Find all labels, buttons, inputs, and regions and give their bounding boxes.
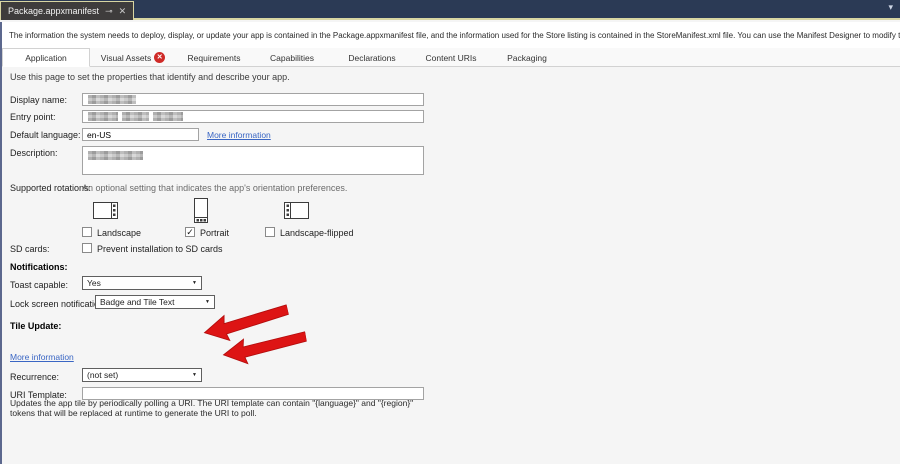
document-tab-label: Package.appxmanifest (8, 6, 99, 16)
toast-capable-label: Toast capable: (10, 280, 68, 290)
tab-requirements[interactable]: Requirements (176, 48, 252, 67)
tab-declarations-label: Declarations (348, 53, 395, 63)
error-badge-icon: ✕ (154, 52, 165, 63)
tile-update-header: Tile Update: (10, 321, 61, 331)
redacted-value (88, 95, 136, 104)
tab-capabilities-label: Capabilities (270, 53, 314, 63)
description-textarea[interactable] (82, 146, 424, 175)
tab-visual-assets[interactable]: Visual Assets ✕ (90, 48, 176, 67)
portrait-icon (194, 198, 208, 223)
tile-update-more-information-link[interactable]: More information (10, 352, 74, 362)
recurrence-select[interactable]: (not set) ▼ (82, 368, 202, 382)
recurrence-value: (not set) (83, 370, 188, 380)
notifications-header: Notifications: (10, 262, 68, 272)
default-language-label: Default language: (10, 130, 81, 140)
tab-packaging[interactable]: Packaging (490, 48, 564, 67)
landscape-flipped-checkbox-label: Landscape-flipped (280, 228, 354, 238)
close-icon[interactable]: ✕ (119, 6, 127, 17)
tab-list-chevron-icon[interactable]: ▾ (888, 2, 893, 13)
document-tab-bar: Package.appxmanifest ⊸ ✕ ▾ (0, 0, 900, 20)
tab-capabilities[interactable]: Capabilities (252, 48, 332, 67)
dropdown-arrow-icon: ▼ (201, 299, 214, 305)
tab-application-label: Application (25, 53, 67, 63)
redacted-value (88, 112, 118, 121)
recurrence-label: Recurrence: (10, 372, 59, 382)
uri-template-label: URI Template: (10, 390, 67, 400)
application-tab-panel: Use this page to set the properties that… (2, 67, 900, 464)
lock-screen-notifications-value: Badge and Tile Text (96, 297, 201, 307)
uri-template-input[interactable] (82, 387, 424, 400)
designer-tab-strip: Application Visual Assets ✕ Requirements… (2, 48, 900, 67)
manifest-description-text: The information the system needs to depl… (9, 31, 900, 40)
landscape-checkbox-label: Landscape (97, 228, 141, 238)
tab-content-uris-label: Content URIs (425, 53, 476, 63)
dropdown-arrow-icon: ▼ (188, 280, 201, 286)
default-language-input[interactable] (82, 128, 199, 141)
portrait-checkbox-label: Portrait (200, 228, 229, 238)
page-intro: Use this page to set the properties that… (10, 72, 290, 82)
landscape-checkbox[interactable] (82, 227, 92, 237)
dropdown-arrow-icon: ▼ (188, 372, 201, 378)
tab-application[interactable]: Application (2, 48, 90, 67)
toast-capable-select[interactable]: Yes ▼ (82, 276, 202, 290)
entry-point-label: Entry point: (10, 112, 56, 122)
tab-requirements-label: Requirements (188, 53, 241, 63)
lock-screen-notifications-select[interactable]: Badge and Tile Text ▼ (95, 295, 215, 309)
landscape-icon (93, 202, 118, 219)
tab-visual-assets-label: Visual Assets (101, 53, 151, 63)
sd-cards-checkbox-label: Prevent installation to SD cards (97, 244, 223, 254)
redacted-value (153, 112, 183, 121)
supported-rotations-hint: An optional setting that indicates the a… (82, 183, 347, 193)
tile-update-description: Updates the app tile by periodically pol… (10, 398, 428, 418)
landscape-flipped-checkbox[interactable] (265, 227, 275, 237)
manifest-description: The information the system needs to depl… (2, 22, 900, 48)
manifest-designer-window: Package.appxmanifest ⊸ ✕ ▾ The informati… (0, 0, 900, 464)
redacted-value (122, 112, 149, 121)
tab-packaging-label: Packaging (507, 53, 547, 63)
display-name-label: Display name: (10, 95, 67, 105)
document-tab-package-appxmanifest[interactable]: Package.appxmanifest ⊸ ✕ (0, 1, 134, 20)
entry-point-input[interactable] (82, 110, 424, 123)
landscape-flipped-icon (284, 202, 309, 219)
toast-capable-value: Yes (83, 278, 188, 288)
tab-content-uris[interactable]: Content URIs (412, 48, 490, 67)
description-label: Description: (10, 148, 58, 158)
checkmark-icon: ✓ (186, 227, 194, 237)
redacted-value (88, 151, 143, 160)
sd-cards-checkbox[interactable] (82, 243, 92, 253)
display-name-input[interactable] (82, 93, 424, 106)
supported-rotations-label: Supported rotations: (10, 183, 91, 193)
tab-declarations[interactable]: Declarations (332, 48, 412, 67)
sd-cards-label: SD cards: (10, 244, 50, 254)
more-information-link[interactable]: More information (207, 130, 271, 140)
portrait-checkbox[interactable]: ✓ (185, 227, 195, 237)
pin-icon[interactable]: ⊸ (105, 6, 113, 17)
